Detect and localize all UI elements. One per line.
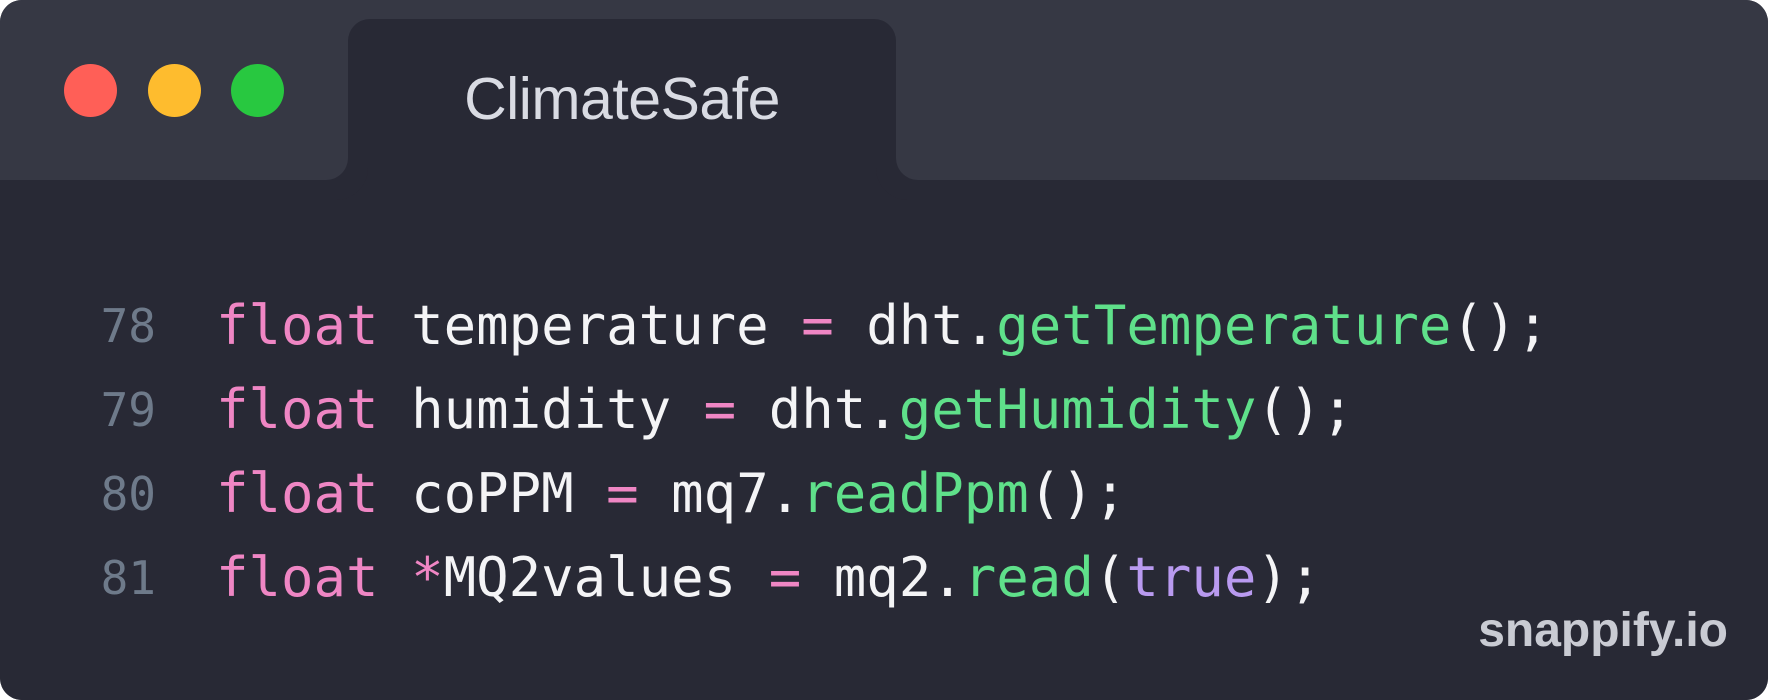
code-token-plain: ( [1093,546,1127,609]
code-block: 78 float temperature = dht.getTemperature… [0,284,1768,620]
code-token-function: readPpm [801,462,1029,525]
code-token-operator: = [768,546,802,609]
watermark: snappify.io [1478,604,1728,657]
code-token-keyword: float [216,546,379,609]
maximize-window-button[interactable] [231,64,284,117]
code-token-keyword: float [216,378,379,441]
code-token-plain: MQ2values [443,546,769,609]
code-token-keyword: float [216,462,379,525]
code-text: float humidity = dht.getHumidity(); [216,368,1354,452]
minimize-window-button[interactable] [148,64,201,117]
code-token-plain: dht. [736,378,899,441]
code-line: 80 float coPPM = mq7.readPpm(); [0,452,1768,536]
code-token-plain: mq2. [801,546,964,609]
code-token-plain: (); [1256,378,1354,441]
code-token-plain: ); [1256,546,1322,609]
code-token-function: getHumidity [898,378,1257,441]
code-token-function: read [963,546,1094,609]
code-token-operator: = [801,294,834,357]
line-number: 80 [100,467,156,521]
code-line: 79 float humidity = dht.getHumidity(); [0,368,1768,452]
code-text: float temperature = dht.getTemperature()… [216,284,1549,368]
code-token-plain: (); [1451,294,1549,357]
code-text: float *MQ2values = mq2.read(true); [216,536,1321,620]
code-token-function: getTemperature [996,294,1452,357]
code-window: ClimateSafe 78 float temperature = dht.ge… [0,0,1768,700]
code-token-boolean: true [1126,546,1257,609]
code-line: 78 float temperature = dht.getTemperature… [0,284,1768,368]
code-token-operator: * [411,546,444,609]
line-number: 78 [100,299,156,353]
code-token-plain: mq7. [638,462,802,525]
code-text: float coPPM = mq7.readPpm(); [216,452,1126,536]
code-token-plain: temperature [378,294,802,357]
tab-climatesafe[interactable]: ClimateSafe [348,19,896,184]
line-number: 81 [100,551,156,605]
code-token-keyword: float [216,294,379,357]
code-token-plain: (); [1028,462,1127,525]
code-token-plain: dht. [833,294,997,357]
code-token-operator: = [606,462,639,525]
tab-title: ClimateSafe [464,66,780,132]
line-number: 79 [100,383,156,437]
code-token-plain: coPPM [378,462,607,525]
close-window-button[interactable] [64,64,117,117]
code-token-operator: = [703,378,737,441]
code-token-plain: humidity [378,378,704,441]
